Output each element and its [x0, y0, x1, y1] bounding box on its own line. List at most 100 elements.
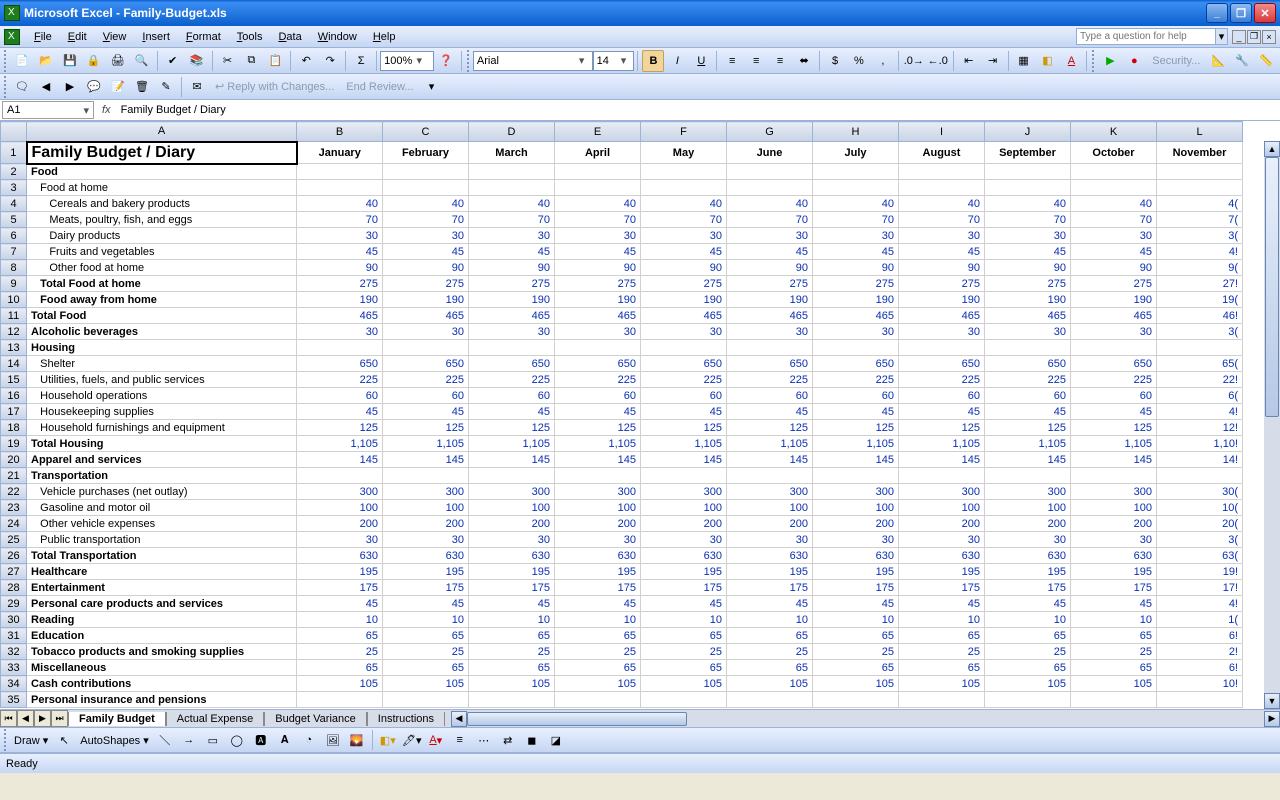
- cell-B23[interactable]: 100: [297, 500, 383, 516]
- cell-B15[interactable]: 225: [297, 372, 383, 388]
- cell-E35[interactable]: [555, 692, 641, 708]
- cell-A33[interactable]: Miscellaneous: [27, 660, 297, 676]
- cell-K2[interactable]: [1071, 164, 1157, 180]
- cell-B19[interactable]: 1,105: [297, 436, 383, 452]
- cell-A7[interactable]: Fruits and vegetables: [27, 244, 297, 260]
- cell-C5[interactable]: 70: [383, 212, 469, 228]
- cell-B10[interactable]: 190: [297, 292, 383, 308]
- cell-F35[interactable]: [641, 692, 727, 708]
- cell-H9[interactable]: 275: [813, 276, 899, 292]
- workbook-restore-button[interactable]: ❐: [1247, 30, 1261, 44]
- cell-K5[interactable]: 70: [1071, 212, 1157, 228]
- cell-H32[interactable]: 25: [813, 644, 899, 660]
- cell-J8[interactable]: 90: [985, 260, 1071, 276]
- cell-I10[interactable]: 190: [899, 292, 985, 308]
- sheet-tab-instructions[interactable]: Instructions: [367, 712, 445, 726]
- oval-button[interactable]: ◯: [226, 729, 248, 751]
- cell-K13[interactable]: [1071, 340, 1157, 356]
- cell-K16[interactable]: 60: [1071, 388, 1157, 404]
- cell-K18[interactable]: 125: [1071, 420, 1157, 436]
- cell-D27[interactable]: 195: [469, 564, 555, 580]
- cell-C32[interactable]: 25: [383, 644, 469, 660]
- cell-F14[interactable]: 650: [641, 356, 727, 372]
- maximize-button[interactable]: ❐: [1230, 3, 1252, 23]
- cell-K7[interactable]: 45: [1071, 244, 1157, 260]
- column-header-F[interactable]: F: [641, 122, 727, 142]
- row-header-13[interactable]: 13: [1, 340, 27, 356]
- workbook-close-button[interactable]: ×: [1262, 30, 1276, 44]
- cell-B17[interactable]: 45: [297, 404, 383, 420]
- draw-menu[interactable]: Draw ▾: [10, 734, 52, 747]
- align-right-button[interactable]: ≡: [769, 50, 791, 72]
- cell-I30[interactable]: 10: [899, 612, 985, 628]
- cell-K32[interactable]: 25: [1071, 644, 1157, 660]
- cell-J28[interactable]: 175: [985, 580, 1071, 596]
- cell-A27[interactable]: Healthcare: [27, 564, 297, 580]
- row-header-18[interactable]: 18: [1, 420, 27, 436]
- cell-G17[interactable]: 45: [727, 404, 813, 420]
- cell-A4[interactable]: Cereals and bakery products: [27, 196, 297, 212]
- cell-C26[interactable]: 630: [383, 548, 469, 564]
- formula-input[interactable]: Family Budget / Diary: [117, 104, 1280, 116]
- cell-E5[interactable]: 70: [555, 212, 641, 228]
- cell-C10[interactable]: 190: [383, 292, 469, 308]
- cell-D19[interactable]: 1,105: [469, 436, 555, 452]
- cell-I15[interactable]: 225: [899, 372, 985, 388]
- cell-G21[interactable]: [727, 468, 813, 484]
- cell-G4[interactable]: 40: [727, 196, 813, 212]
- row-header-9[interactable]: 9: [1, 276, 27, 292]
- cell-F30[interactable]: 10: [641, 612, 727, 628]
- cell-E31[interactable]: 65: [555, 628, 641, 644]
- cell-E19[interactable]: 1,105: [555, 436, 641, 452]
- cell-A14[interactable]: Shelter: [27, 356, 297, 372]
- cell-C2[interactable]: [383, 164, 469, 180]
- row-header-19[interactable]: 19: [1, 436, 27, 452]
- cell-K11[interactable]: 465: [1071, 308, 1157, 324]
- cell-A2[interactable]: Food: [27, 164, 297, 180]
- cell-C20[interactable]: 145: [383, 452, 469, 468]
- cell-D32[interactable]: 25: [469, 644, 555, 660]
- cell-I34[interactable]: 105: [899, 676, 985, 692]
- cell-E16[interactable]: 60: [555, 388, 641, 404]
- cell-H4[interactable]: 40: [813, 196, 899, 212]
- cell-A24[interactable]: Other vehicle expenses: [27, 516, 297, 532]
- arrow-style-button[interactable]: ⇄: [497, 729, 519, 751]
- decrease-decimal-button[interactable]: ←.0: [927, 50, 949, 72]
- cell-G2[interactable]: [727, 164, 813, 180]
- row-header-30[interactable]: 30: [1, 612, 27, 628]
- cell-K10[interactable]: 190: [1071, 292, 1157, 308]
- new-button[interactable]: 📄: [11, 50, 33, 72]
- cell-H23[interactable]: 100: [813, 500, 899, 516]
- cell-L15[interactable]: 22!: [1157, 372, 1243, 388]
- cell-A12[interactable]: Alcoholic beverages: [27, 324, 297, 340]
- cell-J6[interactable]: 30: [985, 228, 1071, 244]
- merge-center-button[interactable]: ⬌: [793, 50, 815, 72]
- cell-D29[interactable]: 45: [469, 596, 555, 612]
- cell-A16[interactable]: Household operations: [27, 388, 297, 404]
- minimize-button[interactable]: _: [1206, 3, 1228, 23]
- row-header-6[interactable]: 6: [1, 228, 27, 244]
- cell-J11[interactable]: 465: [985, 308, 1071, 324]
- cell-E26[interactable]: 630: [555, 548, 641, 564]
- research-button[interactable]: 📚: [186, 50, 208, 72]
- cell-D16[interactable]: 60: [469, 388, 555, 404]
- cell-C18[interactable]: 125: [383, 420, 469, 436]
- menu-edit[interactable]: Edit: [60, 29, 95, 45]
- sheet-tab-actual-expense[interactable]: Actual Expense: [166, 712, 264, 726]
- cell-E29[interactable]: 45: [555, 596, 641, 612]
- cell-L6[interactable]: 3(: [1157, 228, 1243, 244]
- cell-L22[interactable]: 30(: [1157, 484, 1243, 500]
- 3d-button[interactable]: ◪: [545, 729, 567, 751]
- row-header-16[interactable]: 16: [1, 388, 27, 404]
- cell-C27[interactable]: 195: [383, 564, 469, 580]
- horizontal-scrollbar[interactable]: ◀ ▶: [451, 711, 1280, 727]
- cell-C11[interactable]: 465: [383, 308, 469, 324]
- cell-A5[interactable]: Meats, poultry, fish, and eggs: [27, 212, 297, 228]
- cell-H30[interactable]: 10: [813, 612, 899, 628]
- cell-L26[interactable]: 63(: [1157, 548, 1243, 564]
- row-header-22[interactable]: 22: [1, 484, 27, 500]
- cell-H26[interactable]: 630: [813, 548, 899, 564]
- line-style-button[interactable]: ≡: [449, 729, 471, 751]
- cell-A18[interactable]: Household furnishings and equipment: [27, 420, 297, 436]
- cell-F1[interactable]: May: [641, 142, 727, 164]
